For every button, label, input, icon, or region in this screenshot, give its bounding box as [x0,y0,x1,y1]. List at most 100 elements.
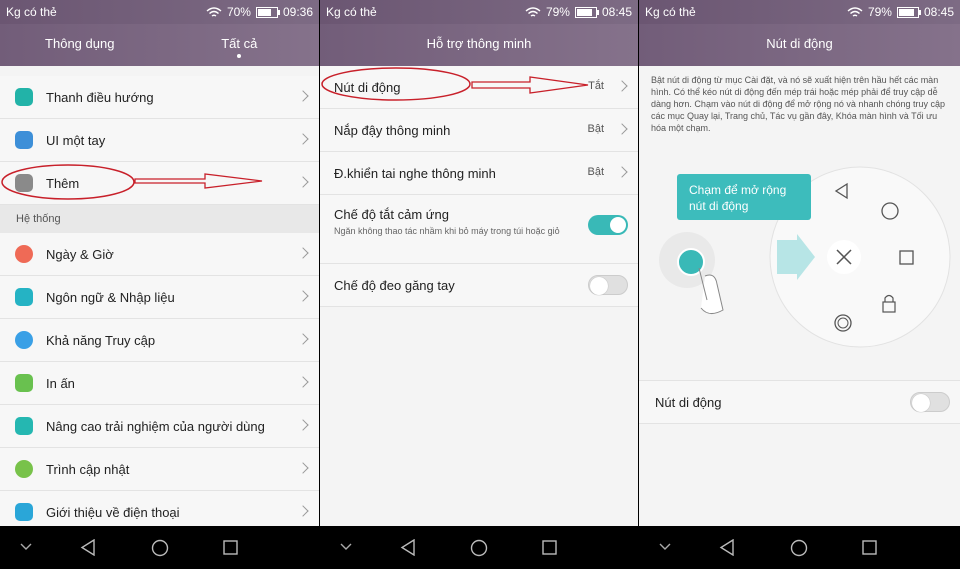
chevron-right-icon [297,333,309,345]
system-nav-bar [320,526,638,569]
clock-time: 09:36 [282,5,313,19]
update-icon [15,460,33,478]
row-label: UI một tay [46,133,106,148]
feature-description: Bật nút di động từ mục Cài đặt, và nó sẽ… [651,75,945,133]
row-user-experience[interactable]: Nâng cao trải nghiệm của người dùng [0,405,319,448]
row-pocket-mode[interactable]: Chế độ tắt cảm ứng Ngăn không thao tác n… [320,195,638,264]
page-title: Nút di động [766,36,833,51]
battery-percent: 70% [226,5,251,19]
back-icon[interactable] [719,539,735,556]
row-printing[interactable]: In ấn [0,362,319,405]
row-label: Ngôn ngữ & Nhập liệu [46,290,175,305]
battery-icon [255,6,280,18]
chevron-right-icon [297,419,309,431]
chevron-down-icon[interactable] [659,543,671,551]
row-language-input[interactable]: Ngôn ngữ & Nhập liệu [0,276,319,319]
row-label: Nâng cao trải nghiệm của người dùng [46,419,265,434]
chevron-right-icon [297,133,309,145]
tab-all[interactable]: Tất cả [160,36,320,58]
row-label: Thanh điều hướng [46,90,154,105]
annotation-floating-button-highlight [321,67,589,101]
chevron-right-icon [297,247,309,259]
battery-percent: 79% [867,5,892,19]
clock-time: 08:45 [601,5,632,19]
row-sublabel: Ngăn không thao tác nhầm khi bỏ máy tron… [334,226,560,236]
section-header-system: Hệ thống [0,205,319,233]
chevron-right-icon [297,505,309,517]
row-label: Trình cập nhật [46,462,130,477]
keyboard-icon [15,288,33,306]
status-bar: Kg có thẻ 79% 08:45 [639,0,960,24]
page-title: Hỗ trợ thông minh [426,36,532,51]
row-date-time[interactable]: Ngày & Giờ [0,233,319,276]
system-nav-bar [0,526,319,569]
chevron-down-icon[interactable] [340,543,352,551]
row-one-hand-ui[interactable]: UI một tay [0,119,319,162]
one-hand-icon [15,131,33,149]
row-label: Khả năng Truy cập [46,333,156,348]
pocket-mode-toggle[interactable] [588,215,628,235]
section-label: Hệ thống [16,213,61,225]
active-tab-indicator [237,54,242,58]
chevron-right-icon [297,90,309,102]
smart-assist-screen: Kg có thẻ 79% 08:45 Hỗ trợ thông minh Nú… [320,0,638,569]
app-header: Nút di động [639,24,960,66]
user-icon [15,417,33,435]
app-header: Hỗ trợ thông minh [320,24,638,66]
row-navigation-bar[interactable]: Thanh điều hướng [0,76,319,119]
clock-icon [15,245,33,263]
recents-icon[interactable] [542,540,558,556]
home-icon[interactable] [151,539,169,557]
back-icon[interactable] [400,539,416,556]
tooltip-bubble: Chạm để mở rộng nút di động [677,174,811,220]
recents-icon[interactable] [862,540,878,556]
row-smart-cover[interactable]: Nắp đậy thông minh Bật [320,109,638,152]
status-bar: Kg có thẻ 79% 08:45 [320,0,638,24]
recents-icon[interactable] [223,540,239,556]
battery-icon [574,6,599,18]
chevron-down-icon[interactable] [20,543,32,551]
status-bar: Kg có thẻ 70% 09:36 [0,0,319,24]
row-updater[interactable]: Trình cập nhật [0,448,319,491]
app-header: Thông dụng Tất cả [0,24,319,66]
row-label: Giới thiệu về điện thoại [46,505,180,520]
tab-all-label: Tất cả [221,36,258,51]
printer-icon [15,374,33,392]
floating-button-settings: Nút di động [639,380,960,424]
row-label: Ngày & Giờ [46,247,114,262]
row-value: Bật [587,123,604,135]
hand-icon [15,331,33,349]
settings-list: Thanh điều hướng UI một tay Thêm Hệ thốn… [0,76,319,534]
chevron-right-icon [616,166,628,178]
chevron-right-icon [297,290,309,302]
settings-all-screen: Kg có thẻ 70% 09:36 Thông dụng Tất cả Th… [0,0,319,569]
clock-time: 08:45 [923,5,954,19]
back-icon[interactable] [80,539,96,556]
wifi-icon [206,6,222,17]
chevron-right-icon [297,376,309,388]
home-icon[interactable] [470,539,488,557]
home-icon[interactable] [790,539,808,557]
row-label: Nắp đậy thông minh [334,123,451,138]
battery-icon [896,6,921,18]
row-accessibility[interactable]: Khả năng Truy cập [0,319,319,362]
phone-info-icon [15,503,33,521]
system-nav-bar [639,526,960,569]
row-label: Nút di động [655,395,722,410]
row-label: Chế độ tắt cảm ứng [334,207,449,222]
chevron-right-icon [297,462,309,474]
tab-common[interactable]: Thông dụng [0,36,160,51]
row-floating-button-toggle[interactable]: Nút di động [639,381,960,424]
row-label: Chế độ đeo găng tay [334,278,455,293]
floating-button-toggle[interactable] [910,392,950,412]
wifi-icon [525,6,541,17]
navbar-icon [15,88,33,106]
row-smart-headset-control[interactable]: Đ.khiển tai nghe thông minh Bật [320,152,638,195]
wifi-icon [847,6,863,17]
carrier-label: Kg có thẻ [645,5,696,19]
row-label: In ấn [46,376,75,391]
annotation-more-highlight [1,164,263,200]
row-glove-mode[interactable]: Chế độ đeo găng tay [320,264,638,307]
glove-mode-toggle[interactable] [588,275,628,295]
row-value: Bật [587,166,604,178]
